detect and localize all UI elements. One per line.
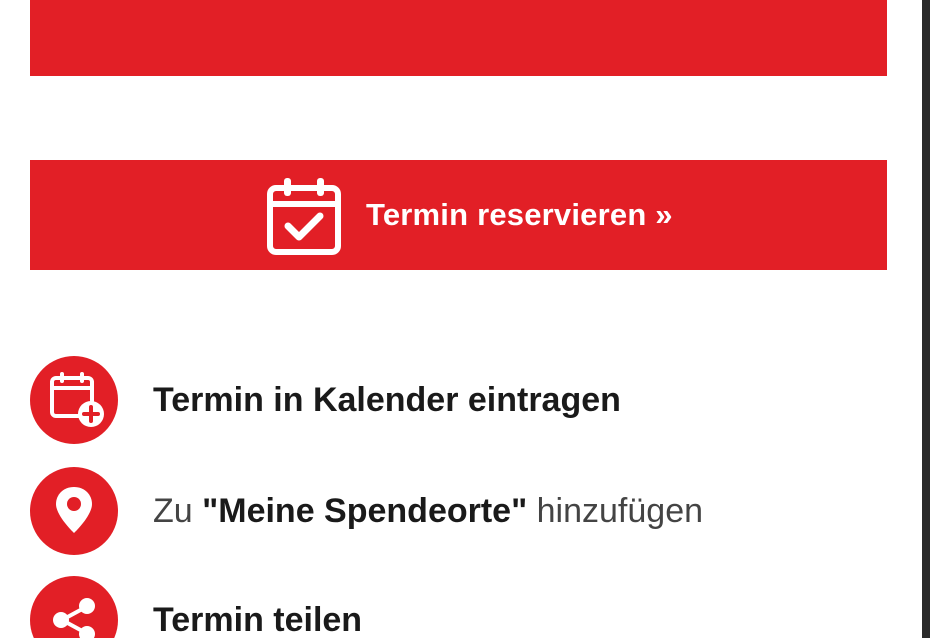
- add-to-calendar-row[interactable]: Termin in Kalender eintragen: [30, 356, 880, 446]
- favorites-name: "Meine Spendeorte": [202, 492, 528, 530]
- window-edge: [922, 0, 930, 638]
- add-to-favorites-suffix: hinzufügen: [527, 492, 704, 530]
- reserve-appointment-label: Termin reservieren »: [366, 197, 673, 232]
- add-to-favorites-prefix: Zu: [153, 492, 203, 530]
- add-to-favorites-row[interactable]: Zu "Meine Spendeorte" hinzufügen: [30, 467, 880, 557]
- page: Termin reservieren » Termin in Kalender …: [0, 0, 930, 638]
- share-appointment-row[interactable]: Termin teilen: [30, 576, 880, 638]
- calendar-plus-icon: [50, 372, 104, 427]
- map-pin-icon: [56, 487, 92, 533]
- share-icon: [53, 598, 95, 638]
- add-to-favorites-icon-circle: [30, 467, 118, 555]
- add-to-calendar-icon-circle: [30, 356, 118, 444]
- add-to-calendar-label: Termin in Kalender eintragen: [153, 381, 621, 419]
- share-appointment-label: Termin teilen: [153, 601, 363, 638]
- add-to-favorites-label: Zu "Meine Spendeorte" hinzufügen: [153, 467, 703, 555]
- share-icon-circle: [30, 576, 118, 638]
- top-banner: [30, 0, 887, 76]
- reserve-appointment-button[interactable]: Termin reservieren »: [30, 160, 887, 270]
- calendar-check-icon: [267, 178, 341, 255]
